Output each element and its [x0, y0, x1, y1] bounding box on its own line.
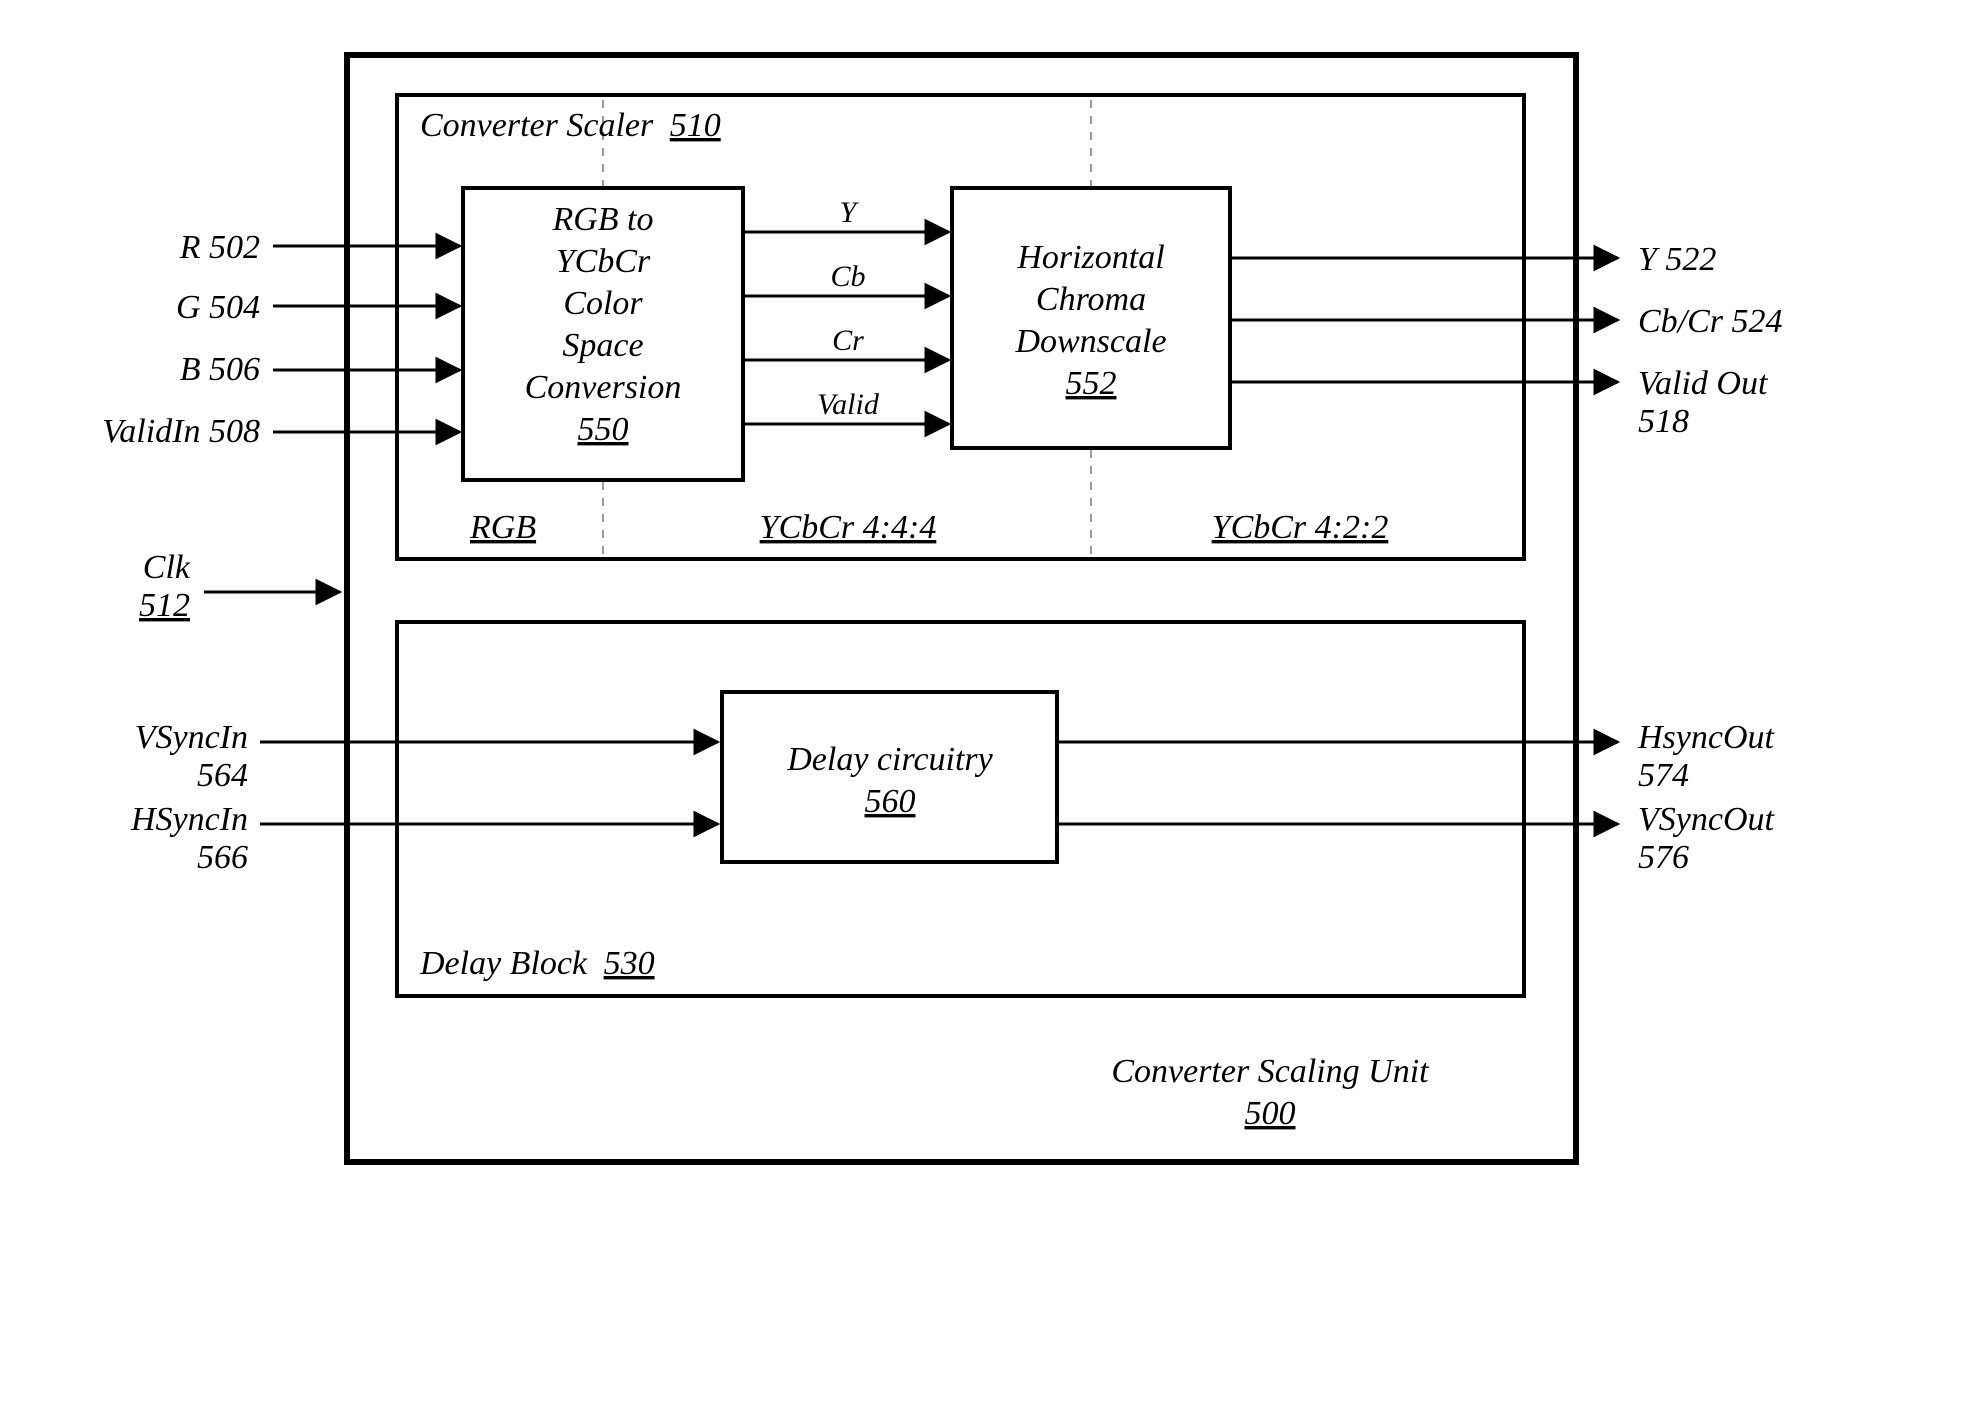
label-validout-2: 518	[1638, 403, 1689, 440]
rgb-block-l1: RGB to	[551, 201, 653, 238]
stage-422: YCbCr 4:2:2	[1212, 509, 1389, 546]
delay-circuitry-num: 560	[865, 783, 916, 820]
stage-444: YCbCr 4:4:4	[760, 509, 937, 546]
label-hsyncout-2: 574	[1638, 757, 1689, 794]
stage-rgb: RGB	[469, 509, 536, 546]
label-validin: ValidIn 508	[102, 413, 260, 450]
delay-block-title: Delay Block 530	[419, 945, 655, 982]
delay-circuitry-text: Delay circuitry	[786, 741, 993, 778]
label-hsyncin-2: 566	[197, 839, 248, 876]
mid-y: Y	[840, 196, 860, 229]
down-block-l3: Downscale	[1014, 323, 1166, 360]
label-vsyncin-2: 564	[197, 757, 248, 794]
label-validout-1: Valid Out	[1638, 365, 1769, 402]
label-vsyncout-1: VSyncOut	[1638, 801, 1776, 838]
unit-title: Converter Scaling Unit	[1111, 1053, 1430, 1090]
delay-block-box	[397, 622, 1524, 996]
down-block-num: 552	[1066, 365, 1117, 402]
label-b: B 506	[180, 351, 260, 388]
rgb-block-num: 550	[578, 411, 629, 448]
label-y-out: Y 522	[1638, 241, 1716, 278]
label-vsyncout-2: 576	[1638, 839, 1689, 876]
rgb-block-l4: Space	[562, 327, 643, 364]
chroma-downscale-block	[952, 188, 1230, 448]
label-hsyncout-1: HsyncOut	[1637, 719, 1776, 756]
label-r: R 502	[179, 229, 260, 266]
rgb-block-l3: Color	[563, 285, 643, 322]
label-clk-2: 512	[139, 587, 190, 624]
unit-num: 500	[1245, 1095, 1296, 1132]
down-block-l2: Chroma	[1036, 281, 1146, 318]
label-g: G 504	[176, 289, 260, 326]
diagram-root: R 502 G 504 B 506 ValidIn 508 Clk 512 VS…	[0, 0, 1969, 1415]
label-vsyncin-1: VSyncIn	[135, 719, 248, 756]
mid-cb: Cb	[830, 260, 865, 293]
rgb-block-l2: YCbCr	[556, 243, 651, 280]
converter-scaler-title: Converter Scaler 510	[420, 107, 721, 144]
label-cbcr-out: Cb/Cr 524	[1638, 303, 1783, 340]
label-clk-1: Clk	[143, 549, 191, 586]
rgb-block-l5: Conversion	[525, 369, 682, 406]
mid-cr: Cr	[832, 324, 864, 357]
down-block-l1: Horizontal	[1016, 239, 1164, 276]
label-hsyncin-1: HSyncIn	[130, 801, 248, 838]
mid-valid: Valid	[817, 388, 880, 421]
